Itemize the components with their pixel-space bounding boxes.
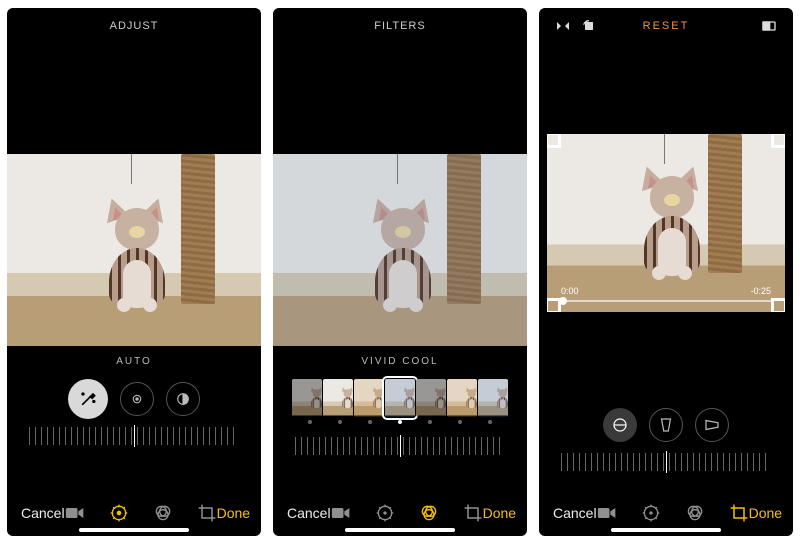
time-current: 0:00 [561,286,579,296]
adjust-mode-label: AUTO [7,346,261,376]
rotate-icon[interactable] [581,18,597,34]
crop-icon[interactable] [729,503,749,523]
straighten-slider[interactable] [539,448,793,476]
editor-panel-crop: RESET 0:00 -0:25 [539,8,793,536]
crop-tools [539,402,793,448]
video-icon[interactable] [597,505,617,521]
cancel-button[interactable]: Cancel [21,505,65,521]
filter-thumb[interactable] [292,379,322,417]
video-timeline[interactable] [559,300,773,302]
filter-thumb[interactable] [354,379,384,417]
blank-area [539,44,793,134]
exposure-button[interactable] [120,382,154,416]
auto-enhance-button[interactable] [68,379,108,419]
adjust-dial-icon[interactable] [641,503,661,523]
mode-tabs [331,503,483,523]
home-indicator[interactable] [611,528,721,532]
filter-thumb[interactable] [447,379,477,417]
cancel-button[interactable]: Cancel [553,505,597,521]
done-button[interactable]: Done [749,505,782,521]
header-title: ADJUST [110,20,159,32]
home-indicator[interactable] [345,528,455,532]
photo-preview[interactable] [7,154,261,346]
home-indicator[interactable] [79,528,189,532]
blank-area [7,44,261,154]
filter-thumbnails[interactable] [273,376,527,420]
filter-dots [273,420,527,432]
filter-name-label: VIVID COOL [273,346,527,376]
filters-icon[interactable] [419,503,439,523]
filter-thumb[interactable] [323,379,353,417]
blank-area [273,44,527,154]
photo-crop-area[interactable]: 0:00 -0:25 [547,134,785,312]
straighten-button[interactable] [603,408,637,442]
perspective-v-button[interactable] [649,408,683,442]
contrast-button[interactable] [166,382,200,416]
header-title: FILTERS [374,20,425,32]
video-icon[interactable] [331,505,351,521]
header: RESET [539,8,793,44]
editor-panel-filters: FILTERS VIVID COOL Cancel [273,8,527,536]
filter-thumb[interactable] [478,379,508,417]
video-icon[interactable] [65,505,85,521]
header: FILTERS [273,8,527,44]
flip-h-icon[interactable] [555,18,571,34]
adjust-dial-icon[interactable] [375,503,395,523]
adjust-dial-icon[interactable] [109,503,129,523]
adjust-slider[interactable] [7,422,261,450]
filter-intensity-slider[interactable] [273,432,527,460]
filter-overlay [273,154,527,346]
photo-preview[interactable] [273,154,527,346]
aspect-icon[interactable] [761,18,777,34]
cancel-button[interactable]: Cancel [287,505,331,521]
reset-button[interactable]: RESET [643,20,690,32]
filter-thumb-selected[interactable] [385,379,415,417]
adjust-tools [7,376,261,422]
filters-icon[interactable] [685,503,705,523]
time-remaining: -0:25 [750,286,771,296]
blank-area [539,312,793,402]
done-button[interactable]: Done [483,505,516,521]
mode-tabs [597,503,749,523]
header: ADJUST [7,8,261,44]
crop-icon[interactable] [197,503,217,523]
crop-icon[interactable] [463,503,483,523]
editor-panel-adjust: ADJUST AUTO [7,8,261,536]
filter-thumb[interactable] [416,379,446,417]
mode-tabs [65,503,217,523]
filters-icon[interactable] [153,503,173,523]
perspective-h-button[interactable] [695,408,729,442]
done-button[interactable]: Done [217,505,250,521]
